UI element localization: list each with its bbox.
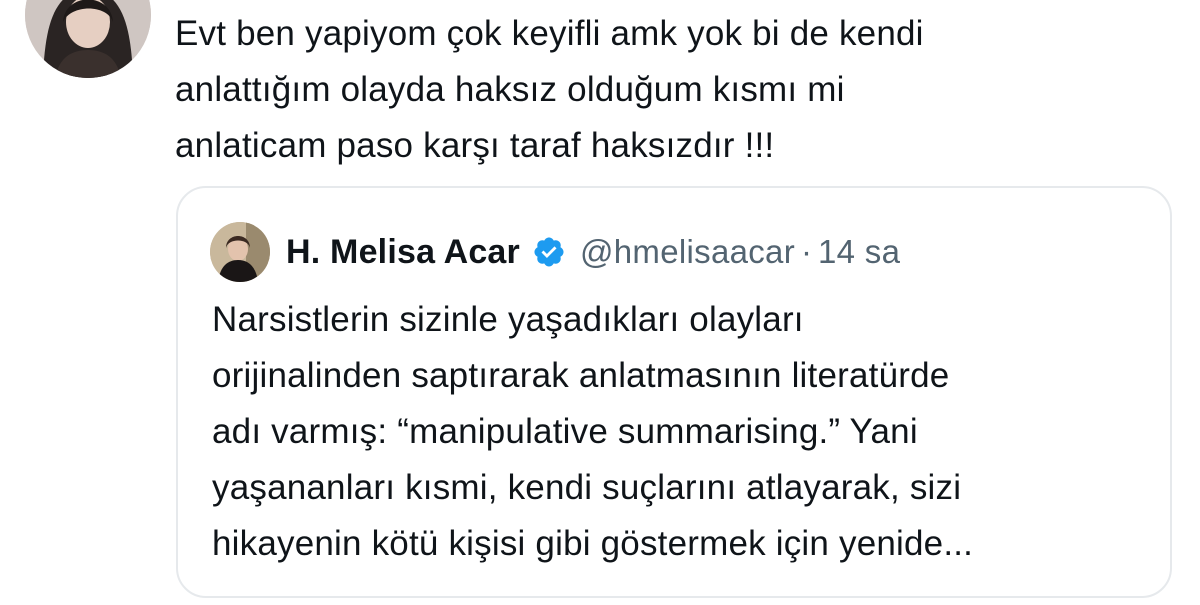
quoted-user-avatar-photo-icon [210, 222, 270, 282]
verified-badge-icon [532, 235, 566, 269]
quoted-user-name[interactable]: H. Melisa Acar [286, 233, 520, 272]
user-avatar[interactable] [25, 0, 151, 78]
tweet-text: Evt ben yapiyom çok keyifli amk yok bi d… [175, 14, 924, 165]
header-separator: · [801, 233, 812, 270]
quoted-tweet-card[interactable]: H. Melisa Acar @hmelisaacar · 14 sa Nars… [176, 186, 1172, 598]
quoted-user-handle[interactable]: @hmelisaacar [580, 233, 795, 271]
quoted-tweet-header: H. Melisa Acar @hmelisaacar · 14 sa [210, 220, 900, 284]
quoted-user-avatar[interactable] [210, 222, 270, 282]
user-avatar-photo-icon [25, 0, 151, 78]
quoted-tweet-timestamp[interactable]: 14 sa [818, 233, 900, 271]
quoted-tweet-text: Narsistlerin sizinle yaşadıkları olaylar… [212, 300, 974, 563]
